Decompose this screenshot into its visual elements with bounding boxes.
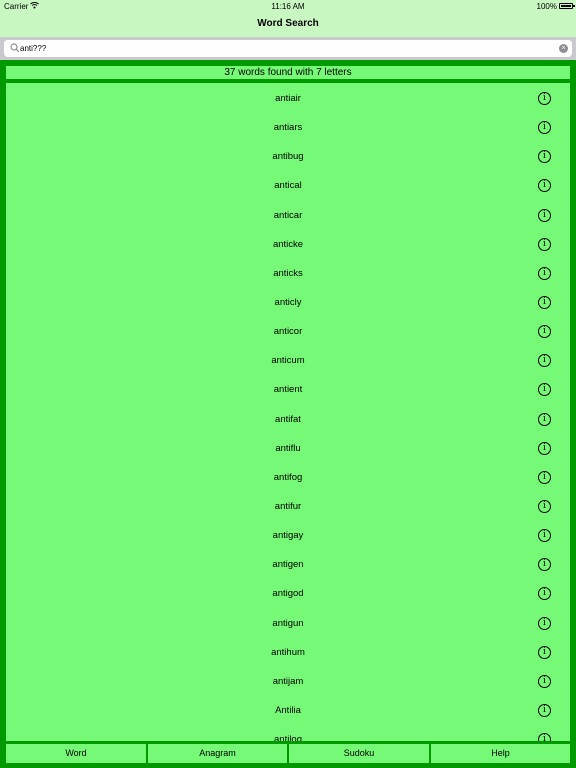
result-count: 37 words found with 7 letters (6, 66, 570, 79)
list-item[interactable]: antigen i (6, 550, 570, 579)
list-item[interactable]: anticar i (6, 201, 570, 230)
info-icon[interactable]: i (538, 295, 551, 309)
word-label: antical (274, 180, 302, 192)
word-label: anticly (274, 296, 302, 308)
list-item[interactable]: antigun i (6, 609, 570, 638)
battery-percent: 100% (536, 2, 557, 11)
status-bar: Carrier 11:16 AM 100% (0, 0, 576, 13)
info-icon[interactable]: i (538, 703, 551, 717)
word-label: anticor (273, 326, 303, 338)
list-item[interactable]: antient i (6, 375, 570, 404)
nav-bar: Word Search (0, 13, 576, 37)
word-label: anticke (272, 238, 304, 250)
info-icon[interactable]: i (538, 733, 551, 741)
list-item[interactable]: antiair i (6, 84, 570, 113)
word-label: antigun (272, 617, 304, 629)
clock: 11:16 AM (271, 2, 305, 11)
list-item[interactable]: antiars i (6, 113, 570, 142)
list-item[interactable]: antifog i (6, 463, 570, 492)
word-label: antigay (272, 530, 304, 542)
tab-sudoku[interactable]: Sudoku (289, 744, 429, 763)
list-item[interactable]: antilog i (6, 725, 570, 741)
word-label: anticar (273, 209, 303, 221)
word-label: antilog (274, 734, 302, 741)
word-label: antibug (272, 151, 304, 163)
word-label: antiair (275, 93, 301, 104)
clear-icon[interactable]: × (559, 44, 568, 53)
info-icon[interactable]: i (538, 208, 551, 222)
tab-bar: Word Anagram Sudoku Help (6, 744, 570, 763)
list-item[interactable]: antiflu i (6, 434, 570, 463)
info-icon[interactable]: i (538, 237, 551, 251)
list-item[interactable]: anticly i (6, 288, 570, 317)
word-label: antiars (273, 122, 303, 134)
list-item[interactable]: antigod i (6, 579, 570, 608)
word-label: antigen (272, 559, 304, 571)
info-icon[interactable]: i (538, 470, 551, 484)
word-label: anticks (273, 267, 303, 279)
list-item[interactable]: antigay i (6, 521, 570, 550)
list-item[interactable]: anticum i (6, 346, 570, 375)
list-item[interactable]: anticke i (6, 230, 570, 259)
search-input[interactable] (20, 40, 540, 57)
page-title: Word Search (257, 18, 319, 29)
list-item[interactable]: antifur i (6, 492, 570, 521)
word-label: antigod (272, 588, 304, 600)
word-list[interactable]: antiair i antiars i antibug i antical i anticar i… (6, 83, 570, 741)
list-item[interactable]: antical i (6, 171, 570, 200)
list-item[interactable]: anticks i (6, 259, 570, 288)
list-item[interactable]: antibug i (6, 142, 570, 171)
word-label: antifur (274, 500, 302, 512)
info-icon[interactable]: i (538, 441, 551, 455)
search-box[interactable]: × (4, 40, 572, 57)
word-label: antijam (272, 675, 304, 687)
info-icon[interactable]: i (538, 616, 551, 630)
list-item[interactable]: antijam i (6, 667, 570, 696)
word-label: antient (273, 384, 303, 396)
word-label: anticum (271, 355, 305, 367)
search-bar: × (0, 37, 576, 60)
word-label: antifog (273, 471, 303, 483)
battery-icon (559, 3, 575, 9)
word-label: antifat (275, 413, 301, 425)
word-label: antiflu (275, 442, 301, 454)
results-panel: 37 words found with 7 letters antiair i an… (0, 60, 576, 768)
tab-anagram[interactable]: Anagram (148, 744, 287, 763)
list-item[interactable]: anticor i (6, 317, 570, 346)
info-icon[interactable]: i (538, 92, 551, 105)
list-item[interactable]: Antilia i (6, 696, 570, 725)
word-label: Antilia (275, 704, 301, 716)
info-icon[interactable]: i (538, 412, 551, 426)
list-item[interactable]: antihum i (6, 638, 570, 667)
search-icon (10, 43, 20, 53)
info-icon[interactable]: i (538, 674, 551, 688)
tab-help[interactable]: Help (431, 744, 570, 763)
tab-word[interactable]: Word (6, 744, 146, 763)
list-item[interactable]: antifat i (6, 405, 570, 434)
info-icon[interactable]: i (538, 266, 551, 280)
word-label: antihum (271, 646, 305, 658)
info-icon[interactable]: i (538, 499, 551, 513)
info-icon[interactable]: i (538, 645, 551, 659)
